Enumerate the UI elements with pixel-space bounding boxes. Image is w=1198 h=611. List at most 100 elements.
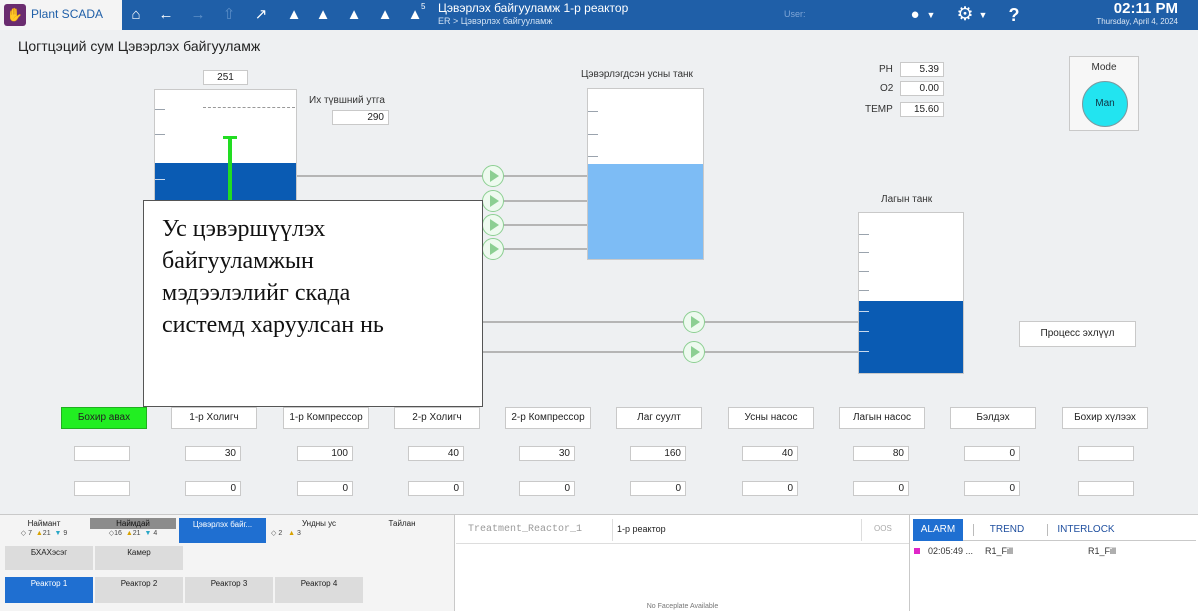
mode-label: Mode <box>1091 62 1117 73</box>
step-set-value-1[interactable] <box>74 446 130 461</box>
step-set-value-7[interactable]: 40 <box>742 446 798 461</box>
up-arrow-icon[interactable]: ⇧ <box>218 4 240 26</box>
max-level-marker <box>203 107 295 108</box>
pipe-1 <box>297 175 587 177</box>
reactor-button-2[interactable]: Реактор 2 <box>94 576 184 604</box>
o2-value: 0.00 <box>900 81 944 96</box>
back-arrow-icon[interactable]: ← <box>155 4 177 26</box>
down-triangle-icon: ▼ <box>144 530 152 537</box>
step-set-value-3[interactable]: 100 <box>297 446 353 461</box>
tab-interlock[interactable]: INTERLOCK <box>1053 519 1119 541</box>
nav-tab-treatment[interactable]: Цэвэрлэх байг... <box>179 518 266 543</box>
sludge-pump[interactable] <box>683 341 705 363</box>
tab-trend[interactable]: TREND <box>979 519 1035 541</box>
count-a: 7 <box>28 530 32 537</box>
reactor-button-4[interactable]: Реактор 4 <box>274 576 364 604</box>
clean-water-tank-level <box>588 163 703 259</box>
step-set-value-5[interactable]: 30 <box>519 446 575 461</box>
pump-3[interactable] <box>482 214 504 236</box>
max-level-value[interactable]: 290 <box>332 110 389 125</box>
level-probe-head <box>223 136 237 139</box>
step-set-value-6[interactable]: 160 <box>630 446 686 461</box>
step-button-3[interactable]: 1-р Компрессор <box>283 407 369 429</box>
count-b: 21 <box>132 530 141 537</box>
area-navigation: Наймант ◇ 7 ▲21 ▼ 9 Наймдай ◇16 ▲21 ▼ 4 … <box>0 515 455 611</box>
mode-toggle-button[interactable]: Man <box>1082 81 1128 127</box>
nav-tab-naimdai[interactable]: Наймдай ◇16 ▲21 ▼ 4 <box>90 518 176 542</box>
mode-panel: Mode Man <box>1069 56 1139 131</box>
clean-water-tank[interactable] <box>587 88 704 260</box>
forward-arrow-icon[interactable]: → <box>187 4 209 26</box>
reactor-tank[interactable] <box>154 89 297 209</box>
step-actual-value-1 <box>74 481 130 496</box>
pump-4[interactable] <box>482 238 504 260</box>
step-button-2[interactable]: 1-р Холигч <box>171 407 257 429</box>
step-button-9[interactable]: Бэлдэх <box>950 407 1036 429</box>
tab-alarm[interactable]: ALARM <box>913 519 963 541</box>
max-level-label: Их түвшний утга <box>309 95 385 106</box>
top-bar: ✋ Plant SCADA ⌂ ← → ⇧ ↗ ▲ ▲ ▲ ▲ ▲ 5 Цэвэ… <box>0 0 1198 30</box>
step-button-5[interactable]: 2-р Компрессор <box>505 407 591 429</box>
pipe-5 <box>470 321 858 323</box>
alarm-tag: R1_Fill <box>985 546 1014 556</box>
nav-tab-report[interactable]: Тайлан <box>360 518 444 542</box>
sludge-tank-level <box>859 301 963 373</box>
nav-tab-naimant[interactable]: Наймант ◇ 7 ▲21 ▼ 9 <box>2 518 86 542</box>
home-icon[interactable]: ⌂ <box>125 4 147 26</box>
diamond-icon: ◇ <box>271 530 277 537</box>
alarm-silence-icon[interactable]: ▲ <box>374 4 396 26</box>
faceplate-empty-message: No Faceplate Available <box>646 603 719 610</box>
nav-tab-drinking-water[interactable]: Ундны ус ◇ 2 ▲ 3 <box>270 518 368 542</box>
temp-label: TEMP <box>865 104 893 115</box>
step-set-value-10[interactable] <box>1078 446 1134 461</box>
bottom-panel: Наймант ◇ 7 ▲21 ▼ 9 Наймдай ◇16 ▲21 ▼ 4 … <box>0 514 1198 611</box>
alarm-icon[interactable]: ▲ <box>283 4 305 26</box>
settings-dropdown-chevron-icon[interactable]: ▼ <box>972 4 994 26</box>
step-button-1[interactable]: Бохир авах <box>61 407 147 429</box>
area-button-camera[interactable]: Камер <box>94 545 184 571</box>
clock-time: 02:11 PM <box>1113 0 1178 17</box>
step-set-value-2[interactable]: 30 <box>185 446 241 461</box>
sludge-tank[interactable] <box>858 212 964 374</box>
user-dropdown-chevron-icon[interactable]: ▼ <box>920 4 942 26</box>
alarm-count-badge: 5 <box>421 2 426 11</box>
alarm-row[interactable]: 02:05:49 ... R1_Fill R1_Fill <box>913 546 1196 558</box>
start-process-button[interactable]: Процесс эхлүүл <box>1019 321 1136 347</box>
faceplate-oos-status[interactable]: OOS <box>874 524 892 533</box>
alarm-clear-icon[interactable]: ▲ <box>343 4 365 26</box>
help-icon[interactable]: ? <box>1003 4 1025 26</box>
step-set-value-8[interactable]: 80 <box>853 446 909 461</box>
step-button-8[interactable]: Лагын насос <box>839 407 925 429</box>
step-actual-value-7: 0 <box>742 481 798 496</box>
breadcrumb[interactable]: ER > Цэвэрлэх байгууламж <box>438 16 552 26</box>
step-button-4[interactable]: 2-р Холигч <box>394 407 480 429</box>
step-actual-value-5: 0 <box>519 481 575 496</box>
step-set-value-9[interactable]: 0 <box>964 446 1020 461</box>
area-button-bhakh[interactable]: БХАХэсэг <box>4 545 94 571</box>
faceplate-panel: Treatment_Reactor_1 1-р реактор OOS No F… <box>456 515 909 611</box>
warning-triangle-icon: ▲ <box>35 530 43 537</box>
step-button-6[interactable]: Лаг суулт <box>616 407 702 429</box>
step-button-7[interactable]: Усны насос <box>728 407 814 429</box>
level-probe <box>228 138 232 208</box>
clock-date: Thursday, April 4, 2024 <box>1096 17 1178 26</box>
reactor-button-3[interactable]: Реактор 3 <box>184 576 274 604</box>
step-actual-value-4: 0 <box>408 481 464 496</box>
alarm-time: 02:05:49 ... <box>928 546 974 556</box>
nav-tab-label: Тайлан <box>388 519 416 528</box>
alarm-acknowledge-icon[interactable]: ▲ <box>312 4 334 26</box>
page-title: Цогтцэций сум Цэвэрлэх байгууламж <box>18 38 261 54</box>
step-button-10[interactable]: Бохир хүлээх <box>1062 407 1148 429</box>
pump-2[interactable] <box>482 190 504 212</box>
warning-triangle-icon: ▲ <box>288 530 296 537</box>
reactor-button-1[interactable]: Реактор 1 <box>4 576 94 604</box>
trend-chart-icon[interactable]: ↗ <box>250 4 272 26</box>
app-logo[interactable]: ✋ Plant SCADA <box>0 0 122 30</box>
nav-tab-label: Цэвэрлэх байг... <box>192 520 253 529</box>
count-b: 3 <box>296 530 301 537</box>
ph-label: PH <box>879 64 893 75</box>
count-c: 4 <box>153 530 158 537</box>
step-set-value-4[interactable]: 40 <box>408 446 464 461</box>
pump-1[interactable] <box>482 165 504 187</box>
water-pump[interactable] <box>683 311 705 333</box>
